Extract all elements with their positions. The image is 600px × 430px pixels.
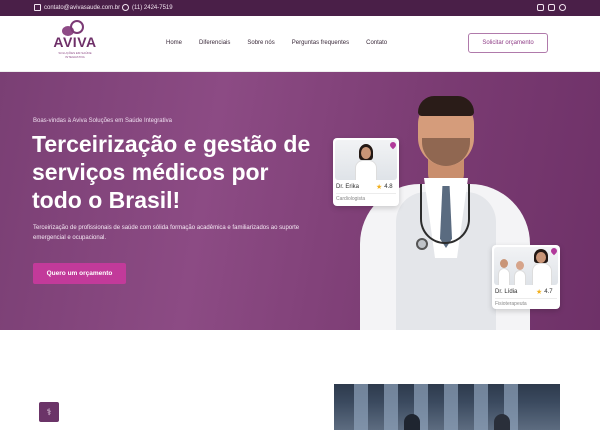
nav-item-home[interactable]: Home (166, 40, 182, 46)
logo-tagline: SOLUÇÕES EM SAÚDE INTEGRATIVA (58, 51, 92, 59)
instagram-icon[interactable] (548, 4, 555, 11)
logo[interactable]: AVIVA SOLUÇÕES EM SAÚDE INTEGRATIVA (50, 20, 100, 70)
request-quote-button[interactable]: Solicitar orçamento (468, 33, 548, 53)
envelope-icon (34, 4, 41, 11)
hero-welcome: Boas-vindas à Aviva Soluções em Saúde In… (33, 118, 172, 124)
service-badge: ⚕ (39, 402, 59, 422)
hero-section: Boas-vindas à Aviva Soluções em Saúde In… (0, 72, 600, 330)
phone-contact[interactable]: (11) 2424-7519 (122, 4, 173, 11)
social-links (537, 4, 566, 11)
doctor-card-photo (335, 140, 397, 180)
phone-text[interactable]: (11) 2424-7519 (132, 5, 173, 11)
hero-title: Terceirização e gestão de serviços médic… (32, 131, 311, 213)
doctor-card-rating: ★ 4.8 (376, 183, 393, 191)
star-icon: ★ (376, 184, 383, 191)
nav-item-sobre-nos[interactable]: Sobre nós (247, 40, 274, 46)
hero-description: Terceirização de profissionais de saúde … (33, 225, 300, 241)
nav-item-diferenciais[interactable]: Diferenciais (199, 40, 230, 46)
doctor-card[interactable]: Dr. Lídia ★ 4.7 Fisioterapeuta (492, 245, 560, 309)
rating-value: 4.8 (384, 184, 393, 190)
site-header: AVIVA SOLUÇÕES EM SAÚDE INTEGRATIVA Home… (0, 16, 600, 72)
topbar: contato@avivasaude.com.br (11) 2424-7519 (0, 0, 600, 16)
logo-text: AVIVA (53, 34, 97, 50)
facebook-icon[interactable] (537, 4, 544, 11)
whatsapp-icon[interactable] (559, 4, 566, 11)
doctor-card-photo (494, 247, 558, 285)
doctor-card-specialty: Cardiologista (336, 196, 366, 202)
doctor-card-specialty: Fisioterapeuta (495, 301, 527, 307)
doctor-card-name: Dr. Lídia (495, 289, 518, 295)
star-icon: ★ (536, 289, 543, 296)
rating-value: 4.7 (544, 289, 553, 295)
email-text[interactable]: contato@avivasaude.com.br (44, 5, 120, 11)
quote-button[interactable]: Quero um orçamento (33, 263, 126, 284)
email-contact[interactable]: contato@avivasaude.com.br (34, 4, 120, 11)
doctor-card-name: Dr. Erika (336, 184, 360, 190)
office-image (334, 384, 560, 430)
main-nav: Home Diferenciais Sobre nós Perguntas fr… (166, 40, 387, 46)
nav-item-contato[interactable]: Contato (366, 40, 387, 46)
doctor-card[interactable]: Dr. Erika ★ 4.8 Cardiologista (333, 138, 399, 206)
nav-item-perguntas-frequentes[interactable]: Perguntas frequentes (292, 40, 349, 46)
phone-icon (122, 4, 129, 11)
doctor-card-rating: ★ 4.7 (536, 288, 553, 296)
medical-icon: ⚕ (46, 406, 52, 417)
